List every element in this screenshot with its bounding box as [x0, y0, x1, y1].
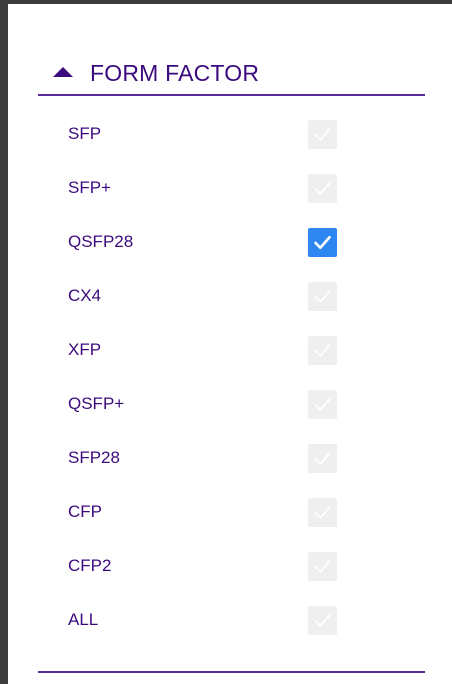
option-cx4[interactable]: CX4 — [38, 269, 425, 323]
option-sfp[interactable]: SFP — [38, 107, 425, 161]
checkmark-icon — [314, 343, 331, 357]
section-bottom-divider — [38, 671, 425, 673]
option-label: XFP — [68, 340, 102, 359]
option-cfp[interactable]: CFP — [38, 485, 425, 539]
option-label: QSFP+ — [68, 394, 125, 413]
section-title: FORM FACTOR — [90, 59, 260, 86]
option-label: ALL — [68, 610, 99, 629]
window-frame-left — [0, 0, 8, 684]
option-sfp28[interactable]: SFP28 — [38, 431, 425, 485]
checkbox-qsfp28[interactable] — [308, 227, 337, 257]
checkmark-icon — [314, 235, 331, 249]
checkbox-cfp2[interactable] — [308, 551, 337, 581]
checkmark-icon — [314, 397, 331, 411]
option-label: SFP — [68, 124, 102, 143]
checkbox-all[interactable] — [308, 605, 337, 635]
option-label: CFP — [68, 502, 102, 521]
option-label: QSFP28 — [68, 232, 134, 251]
option-label: SFP28 — [68, 448, 120, 467]
checkbox-sfp-plus[interactable] — [308, 173, 337, 203]
checkbox-xfp[interactable] — [308, 335, 337, 365]
option-all[interactable]: ALL — [38, 593, 425, 647]
option-cfp2[interactable]: CFP2 — [38, 539, 425, 593]
caret-up-icon[interactable] — [53, 67, 73, 77]
checkbox-cx4[interactable] — [308, 281, 337, 311]
option-label: SFP+ — [68, 178, 111, 197]
checkbox-cfp[interactable] — [308, 497, 337, 527]
checkmark-icon — [314, 451, 331, 465]
option-qsfp-plus[interactable]: QSFP+ — [38, 377, 425, 431]
form-factor-section-header[interactable]: FORM FACTOR — [38, 48, 425, 98]
checkmark-icon — [314, 613, 331, 627]
option-sfp-plus[interactable]: SFP+ — [38, 161, 425, 215]
option-label: CX4 — [68, 286, 102, 305]
checkmark-icon — [314, 289, 331, 303]
checkmark-icon — [314, 181, 331, 195]
checkmark-icon — [314, 559, 331, 573]
checkmark-icon — [314, 127, 331, 141]
header-divider — [38, 94, 425, 96]
checkbox-sfp[interactable] — [308, 119, 337, 149]
option-qsfp28[interactable]: QSFP28 — [38, 215, 425, 269]
checkbox-sfp28[interactable] — [308, 443, 337, 473]
checkbox-qsfp-plus[interactable] — [308, 389, 337, 419]
checkmark-icon — [314, 505, 331, 519]
option-xfp[interactable]: XFP — [38, 323, 425, 377]
form-factor-options-list: SFP SFP+ QSFP28 CX4 XFP QSFP+ SFP28 CFP CFP2 ALL — [38, 107, 425, 647]
option-label: CFP2 — [68, 556, 112, 575]
